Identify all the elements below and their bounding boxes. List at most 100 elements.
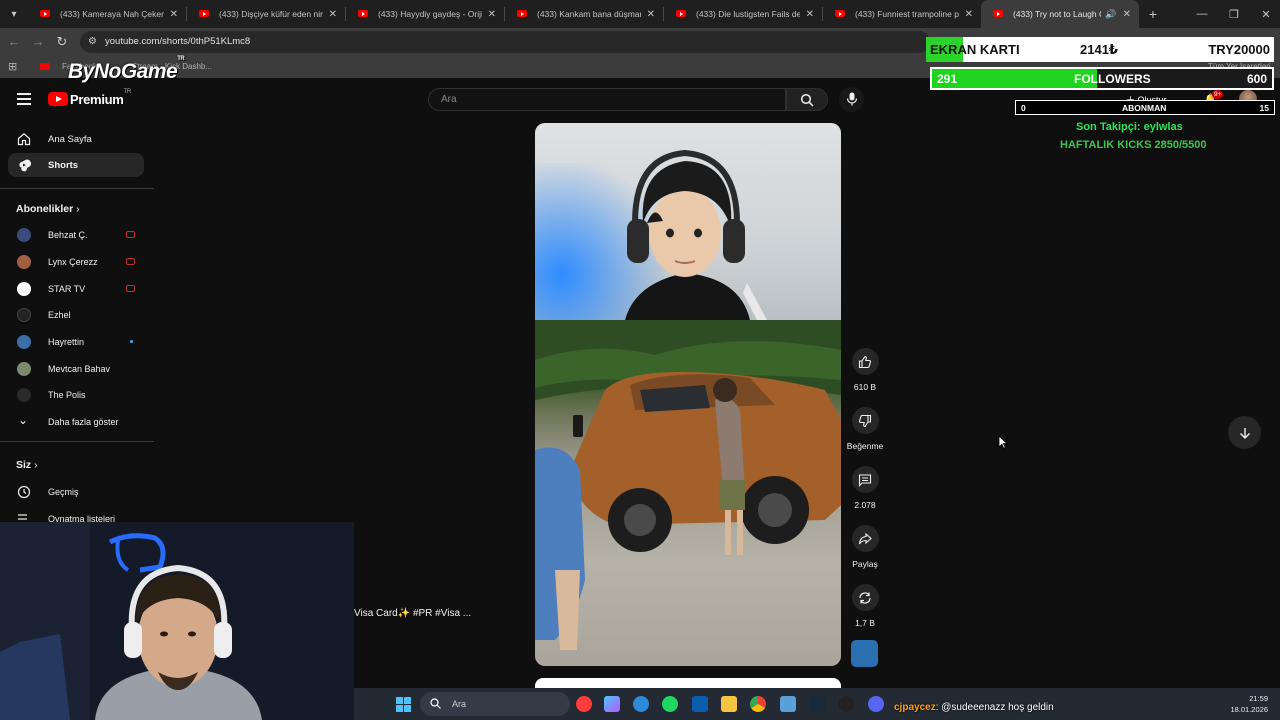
address-bar[interactable]: ⚙ youtube.com/shorts/0thP51KLmc8	[80, 31, 930, 53]
browser-tab-active[interactable]: (433) Try not to Laugh Gam🔊✕	[981, 0, 1139, 28]
taskbar-search-input[interactable]: Ara	[420, 692, 570, 716]
next-short-button[interactable]	[1228, 416, 1261, 449]
forward-button[interactable]: →	[30, 34, 46, 50]
like-button[interactable]	[851, 348, 879, 375]
streamer-reaction-image	[625, 149, 767, 320]
browser-tab[interactable]: (433) Kankam bana düşman ga✕	[505, 0, 663, 28]
short-video-player[interactable]	[535, 123, 841, 666]
voice-search-button[interactable]	[839, 87, 864, 112]
discord-icon[interactable]	[868, 696, 884, 712]
close-tab-icon[interactable]: ✕	[806, 9, 814, 20]
next-short-preview[interactable]	[535, 678, 841, 688]
new-tab-button[interactable]: +	[1139, 6, 1167, 22]
weekly-kicks-text: HAFTALIK KICKS 2850/5500	[1060, 139, 1207, 151]
subscribers-label: ABONMAN	[1122, 103, 1167, 113]
spotify-icon[interactable]	[662, 696, 678, 712]
sidebar-item-subscription[interactable]: STAR TV	[8, 277, 144, 301]
sidebar-item-subscription[interactable]: The Polis	[8, 383, 144, 407]
close-tab-icon[interactable]: ✕	[170, 9, 178, 20]
dislike-action[interactable]: Beğenme	[835, 407, 895, 451]
like-count: 610 B	[853, 382, 877, 392]
menu-icon[interactable]	[17, 93, 31, 105]
reaction-camera-frame	[535, 123, 841, 323]
channel-avatar[interactable]	[851, 640, 878, 667]
streamer-webcam-image	[0, 522, 354, 720]
windows-taskbar: Ara cjpaycez: @sudeeenazz hoş geldin 21:…	[354, 688, 1280, 720]
maximize-window-button[interactable]: ❐	[1218, 0, 1250, 28]
sidebar-item-subscription[interactable]: Behzat Ç.	[8, 223, 144, 247]
browser-tab-strip: ▾ (433) Kameraya Nah Çeken Day✕ (433) Di…	[0, 0, 1280, 28]
subscriber-goal-bar: 0 ABONMAN 15	[1015, 100, 1275, 115]
audio-playing-icon[interactable]: 🔊	[1105, 9, 1116, 20]
sidebar: Ana Sayfa Shorts Abonelikler › Behzat Ç.…	[0, 122, 154, 524]
channel-avatar	[17, 282, 31, 296]
comments-button[interactable]	[851, 466, 879, 493]
reload-button[interactable]: ↻	[54, 34, 70, 50]
new-content-dot	[130, 340, 133, 343]
youtube-bookmark-icon[interactable]	[40, 63, 50, 70]
steam-icon[interactable]	[809, 696, 825, 712]
media-app-icon[interactable]	[576, 696, 592, 712]
donation-goal-bar: EKRAN KARTI 2141₺ TRY20000	[926, 37, 1274, 62]
close-tab-icon[interactable]: ✕	[1123, 9, 1131, 20]
copilot-icon[interactable]	[604, 696, 620, 712]
show-more-button[interactable]: ⌄ Daha fazla göster	[8, 410, 144, 434]
channel-avatar	[17, 335, 31, 349]
app-icon[interactable]	[780, 696, 796, 712]
youtube-premium-logo[interactable]: PremiumTR	[70, 89, 131, 107]
obs-icon[interactable]	[838, 696, 854, 712]
youtube-favicon-icon	[40, 10, 50, 17]
search-button[interactable]	[786, 88, 828, 111]
minimize-window-button[interactable]: —	[1186, 0, 1218, 28]
url-text[interactable]: youtube.com/shorts/0thP51KLmc8	[105, 36, 250, 47]
back-button[interactable]: ←	[6, 34, 22, 50]
search-input[interactable]: Ara	[428, 88, 786, 111]
chrome-icon[interactable]	[750, 696, 766, 712]
edge-icon[interactable]	[633, 696, 649, 712]
youtube-logo-icon[interactable]	[48, 92, 68, 106]
chevron-right-icon: ›	[34, 459, 38, 471]
sidebar-item-subscription[interactable]: Ezhel	[8, 303, 144, 327]
live-indicator-icon	[126, 231, 135, 238]
browser-tab[interactable]: (433) Die lustigsten Fails der W✕	[664, 0, 822, 28]
sidebar-item-history[interactable]: Geçmiş	[8, 480, 144, 504]
close-window-button[interactable]: ✕	[1250, 0, 1280, 28]
close-tab-icon[interactable]: ✕	[488, 9, 496, 20]
stream-chat-message: cjpaycez: @sudeeenazz hoş geldin	[894, 702, 1054, 713]
comment-count: 2.078	[854, 500, 876, 510]
mouse-cursor-icon	[998, 435, 1008, 449]
close-tab-icon[interactable]: ✕	[647, 9, 655, 20]
share-action[interactable]: Paylaş	[835, 525, 895, 569]
browser-tab[interactable]: (433) Hayydiy gaydeş - Orijina ✕	[346, 0, 504, 28]
youtube-favicon-icon	[993, 10, 1003, 17]
thumbs-up-icon	[858, 355, 872, 368]
home-icon	[17, 133, 31, 146]
subscriptions-heading[interactable]: Abonelikler ›	[16, 203, 80, 215]
taskbar-clock[interactable]: 21:59 18.01.2026	[1230, 693, 1268, 715]
browser-tab[interactable]: (433) Kameraya Nah Çeken Day✕	[28, 0, 186, 28]
remix-action[interactable]: 1,7 B	[835, 584, 895, 628]
close-tab-icon[interactable]: ✕	[329, 9, 337, 20]
like-action[interactable]: 610 B	[835, 348, 895, 392]
tab-search-icon[interactable]: ▾	[0, 0, 28, 28]
short-description[interactable]: Visa Card✨ #PR #Visa ...	[354, 608, 471, 619]
browser-tab[interactable]: (433) Funniest trampoline park✕	[823, 0, 981, 28]
sidebar-item-subscription[interactable]: Lynx Çerezz	[8, 250, 144, 274]
comments-action[interactable]: 2.078	[835, 466, 895, 510]
remix-button[interactable]	[851, 584, 879, 611]
share-button[interactable]	[851, 525, 879, 552]
sidebar-item-home[interactable]: Ana Sayfa	[8, 127, 144, 151]
file-explorer-icon[interactable]	[721, 696, 737, 712]
browser-tab[interactable]: (433) Dişçiye küfür eden nine v✕	[187, 0, 345, 28]
you-heading[interactable]: Siz ›	[16, 459, 38, 471]
dislike-button[interactable]	[851, 407, 879, 434]
sidebar-item-subscription[interactable]: Mevtcan Bahav	[8, 357, 144, 381]
close-tab-icon[interactable]: ✕	[965, 9, 973, 20]
sidebar-item-subscription[interactable]: Hayrettin	[8, 330, 144, 354]
bynogame-logo: ByNoGameTR	[68, 56, 185, 83]
store-icon[interactable]	[692, 696, 708, 712]
apps-grid-icon[interactable]: ⊞	[8, 60, 17, 73]
windows-start-icon[interactable]	[396, 697, 411, 712]
site-info-icon[interactable]: ⚙	[88, 36, 100, 48]
sidebar-item-shorts[interactable]: Shorts	[8, 153, 144, 177]
